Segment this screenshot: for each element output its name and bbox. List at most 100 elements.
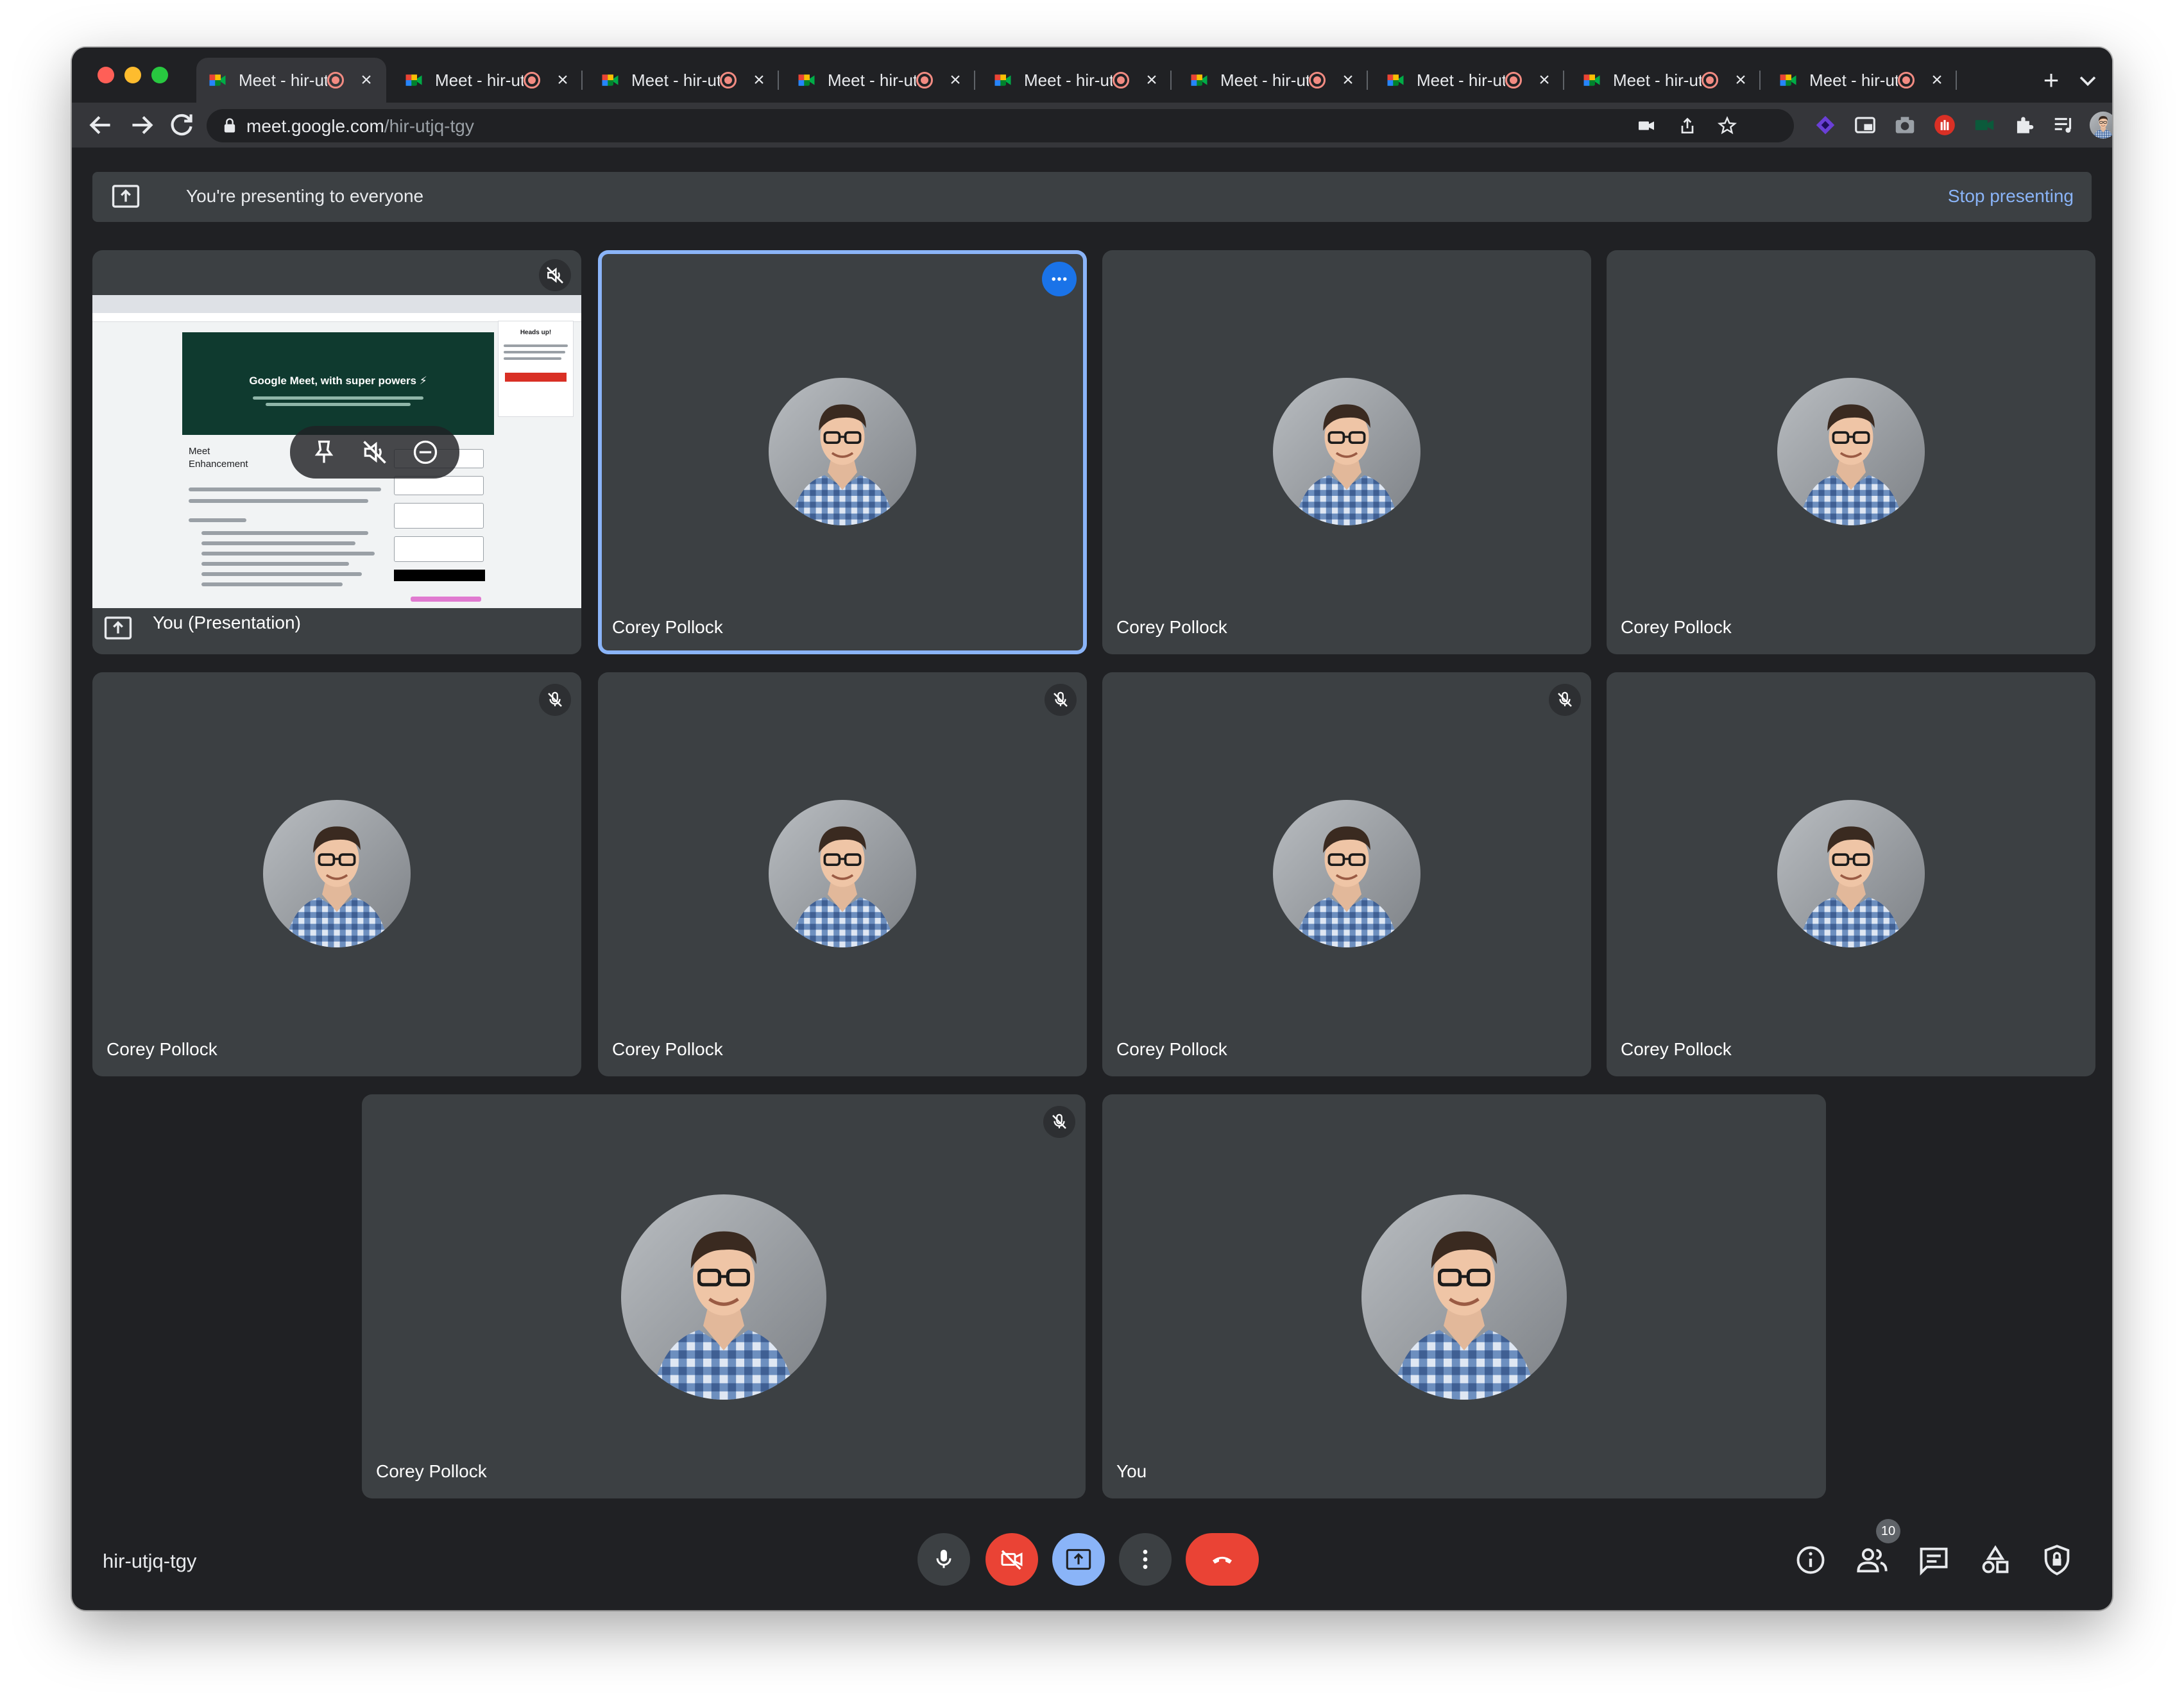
url-host: meet.google.com (246, 116, 384, 136)
presentation-hover-controls (290, 426, 459, 479)
tab-separator (1170, 71, 1172, 90)
meeting-code: hir-utjq-tgy (103, 1550, 197, 1572)
activities-icon[interactable] (1979, 1543, 2012, 1577)
close-tab-icon[interactable]: × (554, 69, 571, 91)
extension-purple-icon[interactable] (1813, 113, 1838, 137)
participant-tile[interactable]: Corey Pollock (1102, 672, 1591, 1076)
close-tab-icon[interactable]: × (1340, 69, 1356, 91)
close-tab-icon[interactable]: × (1929, 69, 1945, 91)
presentation-tile[interactable]: Google Meet, with super powers ⚡ Heads u… (92, 250, 581, 654)
minimize-window-button[interactable] (124, 67, 141, 83)
close-tab-icon[interactable]: × (1732, 69, 1749, 91)
host-controls-icon[interactable] (2040, 1543, 2074, 1577)
new-tab-button[interactable]: + (2035, 64, 2067, 96)
info-icon[interactable] (1794, 1543, 1827, 1577)
meet-extension-icon[interactable] (1972, 113, 1997, 137)
browser-tab[interactable]: Meet - hir-utjq-tgy × (1767, 58, 1957, 103)
present-to-all-icon (104, 616, 132, 640)
participant-tile[interactable]: Corey Pollock (1607, 672, 2095, 1076)
camera-off-button[interactable] (985, 1533, 1038, 1586)
close-tab-icon[interactable]: × (947, 69, 964, 91)
preview-hero-banner: Google Meet, with super powers ⚡ (182, 332, 494, 435)
browser-tab[interactable]: Meet - hir-utjq-tgy × (1374, 58, 1564, 103)
meet-favicon-icon (208, 71, 227, 90)
profile-avatar[interactable] (2089, 111, 2112, 139)
hand-extension-icon[interactable] (1932, 113, 1957, 137)
mute-presentation-audio-icon[interactable] (361, 438, 389, 466)
participant-tile[interactable]: You (1102, 1094, 1826, 1498)
back-icon[interactable] (85, 109, 117, 141)
browser-tab[interactable]: Meet - hir-utjq-tgy × (1571, 58, 1761, 103)
screenshot-camera-icon[interactable] (1893, 113, 1917, 137)
share-icon[interactable] (1677, 115, 1698, 136)
meet-favicon-icon (601, 71, 620, 90)
tab-title: Meet - hir-utjq-tgy (435, 70, 524, 90)
recording-indicator-icon (524, 72, 540, 89)
remove-icon[interactable] (411, 438, 439, 466)
leave-call-button[interactable] (1186, 1533, 1259, 1586)
browser-tab[interactable]: Meet - hir-utjq-tgy × (196, 58, 386, 103)
participant-tile[interactable]: Corey Pollock (1607, 250, 2095, 654)
close-window-button[interactable] (98, 67, 114, 83)
media-controls-icon[interactable] (2052, 113, 2076, 137)
people-icon[interactable] (1856, 1543, 1889, 1577)
banner-text: You're presenting to everyone (186, 186, 424, 206)
browser-tab[interactable]: Meet - hir-utjq-tgy × (589, 58, 779, 103)
participant-name: You (1116, 1461, 1147, 1481)
browser-tab[interactable]: Meet - hir-utjq-tgy × (982, 58, 1172, 103)
bookmark-star-icon[interactable] (1717, 115, 1737, 136)
fullscreen-window-button[interactable] (151, 67, 168, 83)
close-tab-icon[interactable]: × (358, 69, 375, 91)
tab-title: Meet - hir-utjq-tgy (1024, 70, 1113, 90)
browser-tab[interactable]: Meet - hir-utjq-tgy × (785, 58, 975, 103)
meet-favicon-icon (797, 71, 816, 90)
participant-avatar (1361, 1194, 1567, 1400)
participant-tile[interactable]: Corey Pollock (1102, 250, 1591, 654)
participant-tile[interactable]: Corey Pollock (598, 250, 1087, 654)
preview-side-panel: Heads up! (498, 321, 574, 417)
close-tab-icon[interactable]: × (1536, 69, 1553, 91)
participant-avatar (621, 1194, 826, 1400)
participant-tile[interactable]: Corey Pollock (598, 672, 1087, 1076)
address-bar[interactable]: meet.google.com/hir-utjq-tgy (207, 109, 1794, 142)
meet-favicon-icon (1386, 71, 1405, 90)
more-vert-icon (1143, 1550, 1148, 1569)
present-to-all-icon (112, 185, 140, 208)
participant-avatar (1273, 378, 1420, 525)
reload-icon[interactable] (166, 109, 198, 141)
participant-avatar (769, 378, 916, 525)
browser-tab[interactable]: Meet - hir-utjq-tgy × (393, 58, 583, 103)
present-now-button[interactable] (1052, 1533, 1105, 1586)
stop-presenting-button[interactable]: Stop presenting (1948, 186, 2074, 207)
tab-title: Meet - hir-utjq-tgy (828, 70, 916, 90)
camera-in-use-icon[interactable] (1636, 115, 1657, 136)
participant-tile[interactable]: Corey Pollock (92, 672, 581, 1076)
participant-name: Corey Pollock (612, 1039, 723, 1059)
close-tab-icon[interactable]: × (751, 69, 767, 91)
lock-icon[interactable] (221, 117, 239, 135)
more-options-button[interactable] (1119, 1533, 1172, 1586)
tab-separator (778, 71, 779, 90)
participant-tile[interactable]: Corey Pollock (362, 1094, 1086, 1498)
presenting-banner: You're presenting to everyone Stop prese… (92, 172, 2092, 222)
close-tab-icon[interactable]: × (1143, 69, 1160, 91)
microphone-button[interactable] (917, 1533, 970, 1586)
tab-search-icon[interactable] (2074, 67, 2102, 95)
extensions-puzzle-icon[interactable] (2012, 113, 2036, 137)
meet-favicon-icon (404, 71, 423, 90)
chat-icon[interactable] (1917, 1543, 1950, 1577)
more-horiz-icon[interactable] (1042, 262, 1077, 296)
recording-indicator-icon (1505, 72, 1522, 89)
pin-icon[interactable] (310, 438, 338, 466)
mic-muted-icon (1045, 684, 1077, 716)
browser-tab[interactable]: Meet - hir-utjq-tgy × (1178, 58, 1368, 103)
preview-browser-chrome (92, 295, 581, 313)
browser-toolbar: meet.google.com/hir-utjq-tgy (72, 103, 2112, 148)
tab-separator (1563, 71, 1564, 90)
picture-in-picture-icon[interactable] (1853, 113, 1877, 137)
mic-muted-icon (1043, 1106, 1075, 1138)
recording-indicator-icon (1702, 72, 1718, 89)
tab-title: Meet - hir-utjq-tgy (1809, 70, 1898, 90)
forward-icon[interactable] (126, 109, 158, 141)
tab-title: Meet - hir-utjq-tgy (631, 70, 720, 90)
